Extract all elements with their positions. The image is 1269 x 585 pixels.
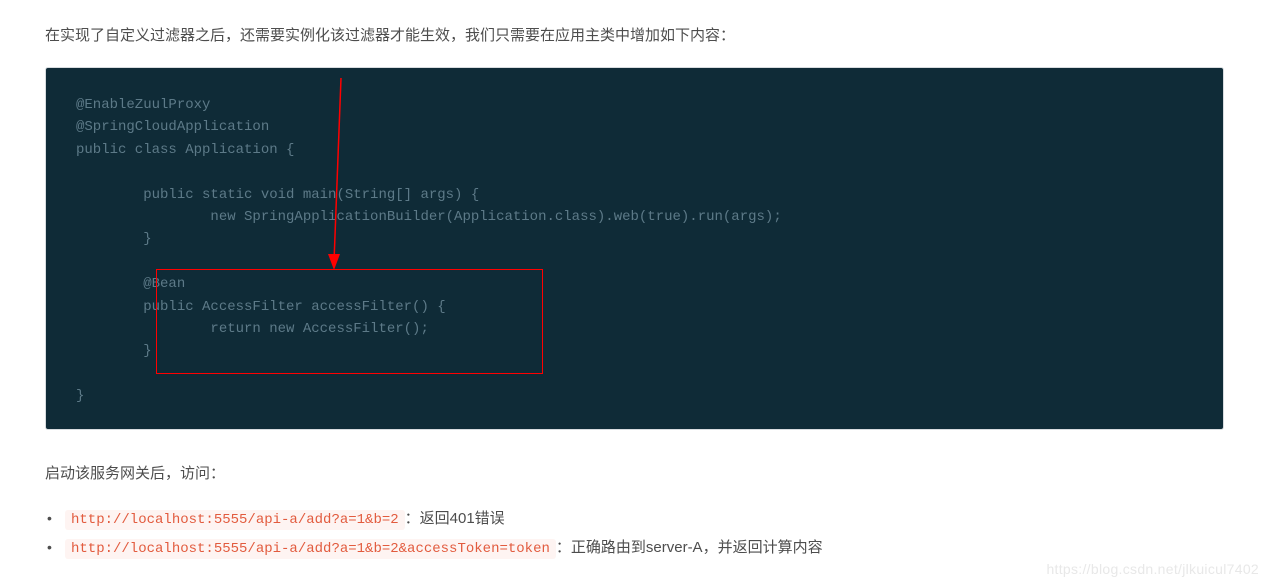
list-item: http://localhost:5555/api-a/add?a=1&b=2&… [65, 534, 1224, 563]
list-item: http://localhost:5555/api-a/add?a=1&b=2：… [65, 505, 1224, 534]
list-desc: ：正确路由到server-A，并返回计算内容 [556, 539, 823, 556]
watermark: https://blog.csdn.net/jlkuicul7402 [1046, 561, 1259, 577]
intro-paragraph: 在实现了自定义过滤器之后，还需要实例化该过滤器才能生效，我们只需要在应用主类中增… [45, 22, 1224, 49]
url-code: http://localhost:5555/api-a/add?a=1&b=2 [65, 510, 405, 530]
url-code: http://localhost:5555/api-a/add?a=1&b=2&… [65, 539, 556, 559]
code-block: @EnableZuulProxy @SpringCloudApplication… [45, 67, 1224, 430]
after-paragraph: 启动该服务网关后，访问： [45, 460, 1224, 487]
url-list: http://localhost:5555/api-a/add?a=1&b=2：… [45, 505, 1224, 562]
list-desc: ：返回401错误 [405, 510, 505, 527]
code-content: @EnableZuulProxy @SpringCloudApplication… [76, 94, 1193, 407]
